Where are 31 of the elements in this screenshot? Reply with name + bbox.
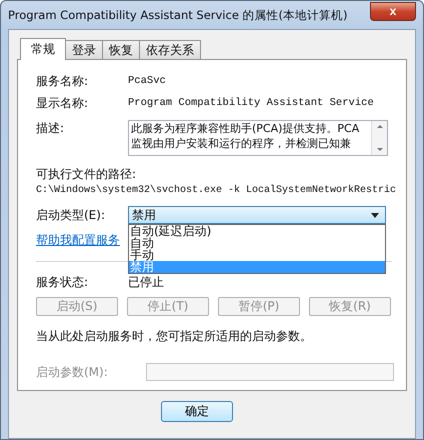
path-value: C:\Windows\system32\svchost.exe -k LocalSystemNetworkRestric (36, 185, 394, 196)
help-link[interactable]: 帮助我配置服务 (36, 232, 128, 249)
tab[interactable]: 常规 (20, 38, 66, 60)
field-label: 描述: (36, 120, 66, 137)
hint-text: 当从此处启动服务时，您可指定所适用的启动参数。 (36, 328, 313, 345)
startup-type-dropdown[interactable]: 禁用 (128, 206, 386, 224)
tab[interactable]: 恢复 (102, 40, 140, 59)
dropdown-option[interactable]: 手动 (129, 249, 385, 261)
field-label: 显示名称: (36, 94, 90, 112)
service-name-value: PcaSvc (128, 75, 166, 87)
caret-icon (371, 212, 379, 218)
field-label: 可执行文件的路径: (36, 166, 138, 183)
display-name-value: Program Compatibility Assistant Service (128, 97, 374, 109)
description-line: 此服务为程序兼容性助手(PCA)提供支持。PCA (131, 121, 360, 136)
dropdown-option[interactable]: 自动(延迟启动) (129, 225, 385, 237)
description-line: 监视由用户安装和运行的程序，并检测已知兼 (131, 136, 352, 151)
scroll-down-icon[interactable] (376, 148, 382, 151)
ok-button[interactable]: 确定 (161, 401, 233, 422)
field-label: 启动参数(M): (36, 364, 109, 380)
tab[interactable]: 依存关系 (139, 40, 201, 59)
scroll-up-icon[interactable] (376, 125, 382, 128)
field-label: 启动类型(E): (36, 206, 106, 224)
scroll-bar[interactable] (371, 121, 387, 155)
tab[interactable]: 登录 (65, 40, 103, 59)
dropdown-option[interactable]: 自动 (129, 237, 385, 249)
field-label: 服务状态: (36, 274, 90, 290)
window-title: Program Compatibility Assistant Service 的属性(本地计算机) (8, 8, 348, 22)
status-value: 已停止 (128, 274, 164, 290)
description-box[interactable]: 此服务为程序兼容性助手(PCA)提供支持。PCA 监视由用户安装和运行的程序，并检测已知兼 (128, 120, 388, 156)
field-label: 服务名称: (36, 72, 90, 90)
close-button[interactable]: x (370, 2, 416, 20)
